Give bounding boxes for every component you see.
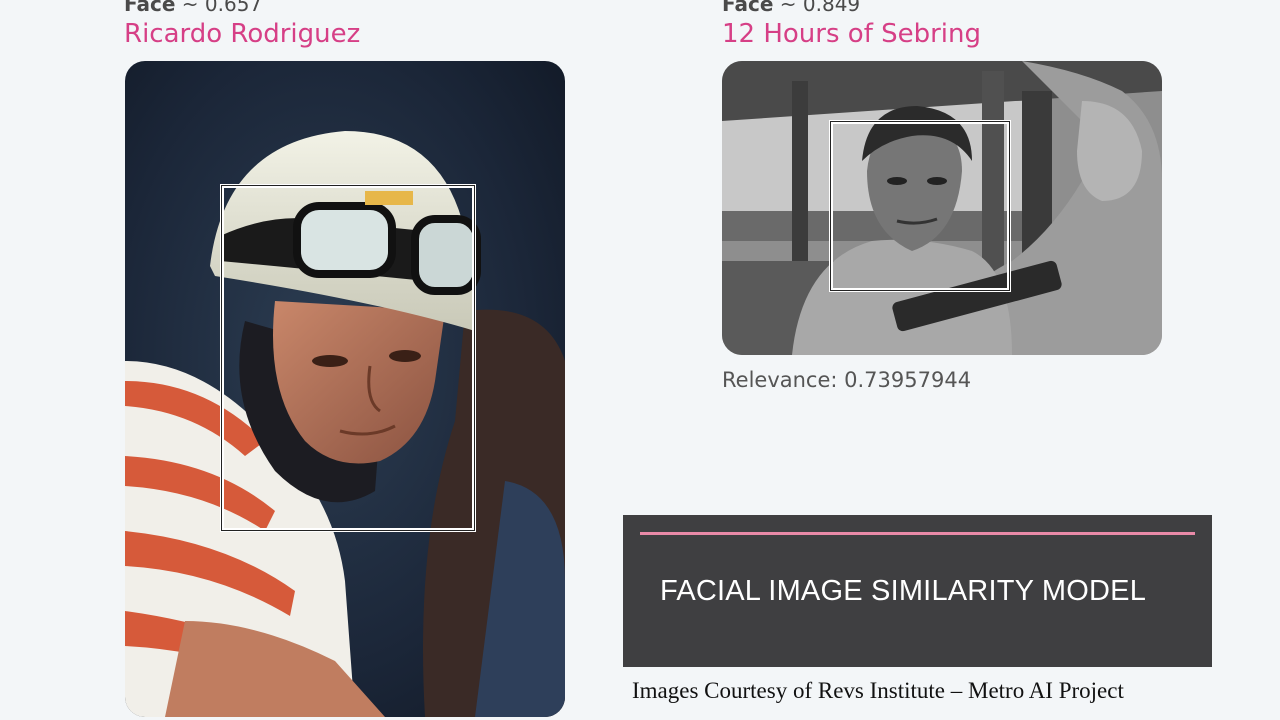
card-title-2[interactable]: 12 Hours of Sebring (722, 18, 981, 50)
face-score-value: ~ 0.849 (779, 0, 861, 16)
face-label: Face (722, 0, 774, 16)
photo-2[interactable] (722, 61, 1162, 355)
face-detection-box-1 (221, 185, 475, 531)
face-score-value: ~ 0.657 (181, 0, 263, 16)
slide-title-panel: FACIAL IMAGE SIMILARITY MODEL (623, 515, 1212, 667)
face-score-1: Face ~ 0.657 (124, 0, 262, 16)
face-label: Face (124, 0, 176, 16)
accent-divider (640, 532, 1195, 535)
image-credit: Images Courtesy of Revs Institute – Metr… (632, 678, 1124, 703)
relevance-score: Relevance: 0.73957944 (722, 368, 972, 392)
card-title-1[interactable]: Ricardo Rodriguez (124, 18, 360, 50)
photo-1[interactable] (125, 61, 565, 717)
face-detection-box-2 (830, 121, 1010, 291)
slide-title: FACIAL IMAGE SIMILARITY MODEL (660, 575, 1147, 607)
face-score-2: Face ~ 0.849 (722, 0, 860, 16)
